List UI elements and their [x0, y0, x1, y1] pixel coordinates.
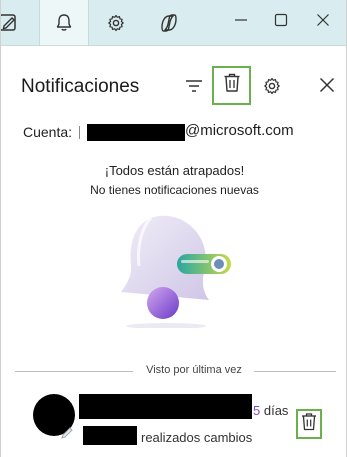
trash-icon	[223, 73, 241, 98]
gear-icon	[106, 13, 126, 33]
account-row: Cuenta: @microsoft.com	[23, 122, 343, 142]
bell-icon	[54, 13, 74, 33]
tab-settings[interactable]	[93, 0, 138, 45]
divider-line-left	[15, 371, 133, 372]
edit-app-icon	[1, 12, 19, 34]
tab-notifications[interactable]	[39, 0, 89, 45]
notification-time-unit: días	[260, 403, 289, 418]
filter-button[interactable]	[181, 75, 207, 101]
notification-text: realizados cambios	[141, 430, 253, 445]
account-label: Cuenta:	[23, 124, 73, 140]
filter-icon	[185, 79, 203, 98]
notifications-window: Notificaciones Cuenta: @microsoft.com ¡T…	[0, 0, 347, 457]
edit-badge-icon	[59, 425, 75, 441]
maximize-icon	[274, 13, 288, 32]
maximize-button[interactable]	[263, 0, 299, 45]
divider-line-right	[254, 371, 336, 372]
minimize-button[interactable]	[223, 0, 259, 45]
notification-author-redacted	[83, 426, 137, 445]
account-domain: @microsoft.com	[185, 122, 294, 139]
delete-notification-button[interactable]	[296, 409, 322, 439]
copilot-icon	[158, 12, 180, 34]
notification-item[interactable]: 5 días realizados cambios	[1, 385, 346, 457]
tab-copilot[interactable]	[144, 0, 194, 45]
account-separator	[79, 126, 80, 139]
account-name-redacted	[87, 124, 185, 141]
page-title: Notificaciones	[21, 76, 140, 97]
notification-time: 5 días	[253, 403, 288, 418]
minimize-icon	[234, 13, 248, 32]
trash-icon	[301, 412, 317, 436]
window-close-button[interactable]	[305, 0, 341, 45]
clear-all-button[interactable]	[212, 66, 251, 105]
notifications-header: Notificaciones	[1, 45, 346, 125]
notification-title-redacted	[79, 394, 252, 419]
tab-edit[interactable]	[1, 0, 23, 45]
close-icon	[316, 13, 330, 32]
notification-settings-button[interactable]	[259, 75, 285, 101]
close-icon	[319, 77, 335, 98]
last-seen-divider-label: Visto por última vez	[146, 364, 242, 376]
app-tab-strip	[1, 0, 346, 46]
empty-state-title: ¡Todos están atrapados!	[104, 163, 245, 178]
gear-icon	[262, 76, 282, 101]
close-panel-button[interactable]	[315, 75, 339, 99]
bell-illustration	[111, 208, 251, 329]
empty-state-subtitle: No tienes notificaciones nuevas	[90, 183, 259, 197]
